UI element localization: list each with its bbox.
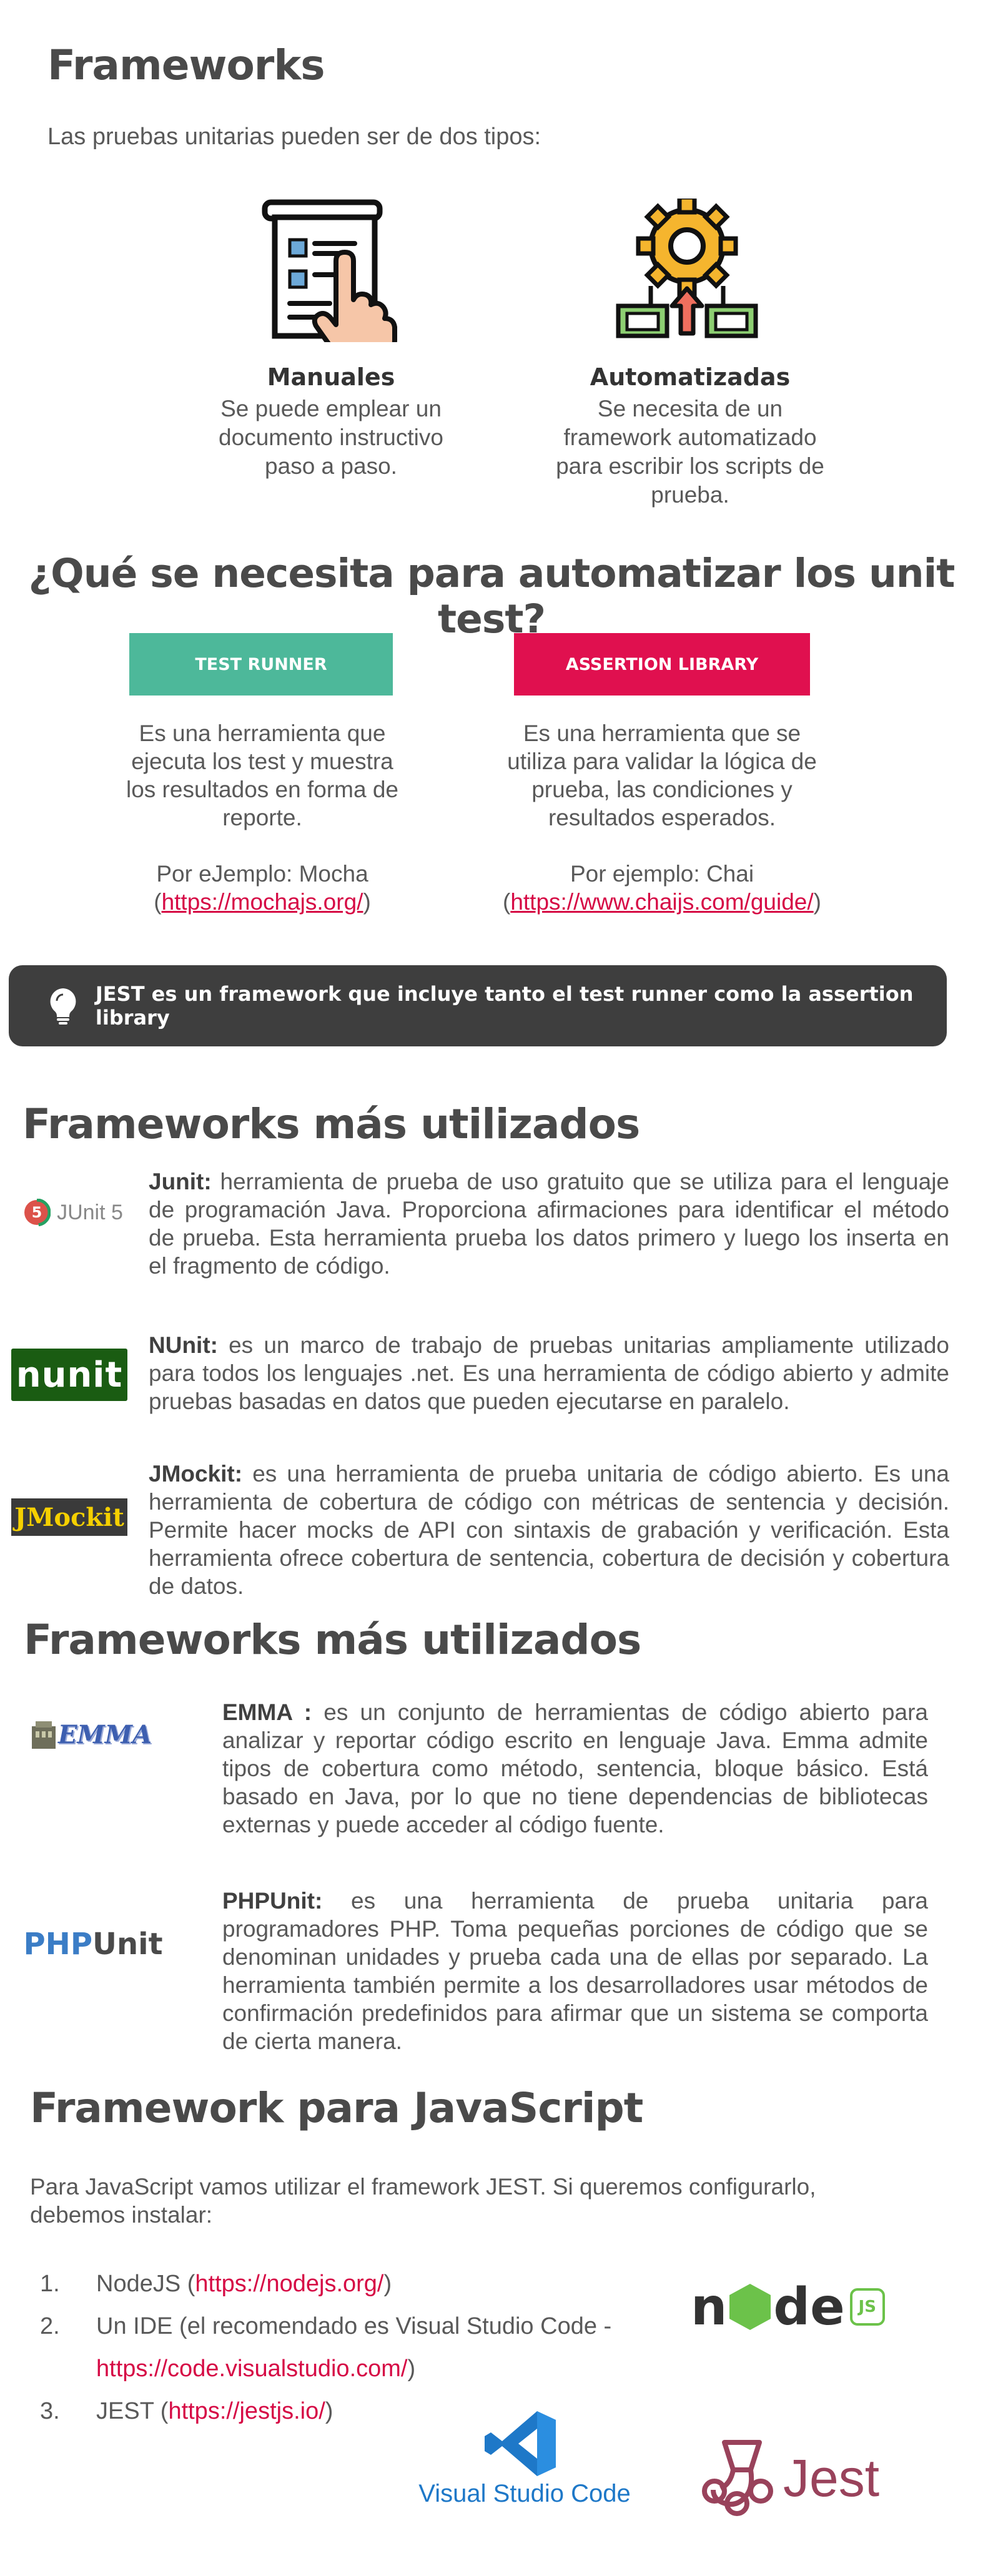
step-number: 1.: [40, 2271, 60, 2297]
jest-callout: JEST es un framework que incluye tanto e…: [9, 965, 947, 1046]
page-title: Frameworks: [47, 41, 325, 89]
node-js-badge: JS: [849, 2288, 885, 2326]
nodejs-link[interactable]: https://nodejs.org/: [195, 2271, 383, 2297]
assertion-example-open: (: [503, 889, 511, 915]
jest-text: Jest: [783, 2448, 880, 2507]
assertion-example-close: ): [813, 889, 821, 915]
chai-link[interactable]: https://www.chaijs.com/guide/: [510, 889, 813, 915]
frameworks-title-2: Frameworks más utilizados: [24, 1616, 641, 1664]
jmockit-description: JMockit: es una herramienta de prueba un…: [149, 1460, 949, 1600]
step-text: JEST (: [96, 2398, 169, 2424]
jest-link[interactable]: https://jestjs.io/: [168, 2398, 325, 2424]
install-steps-list: 1. NodeJS (https://nodejs.org/) 2. Un IDE …: [40, 2263, 664, 2432]
emma-description: EMMA : es un conjunto de herramientas de…: [222, 1698, 928, 1839]
jmockit-text: es una herramienta de prueba unitaria de…: [149, 1461, 949, 1599]
nunit-text: es un marco de trabajo de pruebas unitar…: [149, 1332, 949, 1414]
junit5-logo: 5 JUnit 5: [14, 1194, 132, 1231]
phpunit-name: PHPUnit:: [222, 1888, 323, 1914]
callout-text: JEST es un framework que incluye tanto e…: [95, 982, 914, 1030]
emma-building-icon: [31, 1721, 56, 1749]
step-close: ): [325, 2398, 333, 2424]
vscode-logo: Visual Studio Code: [406, 2410, 643, 2510]
auto-description: Se necesita de un framework automatizado…: [556, 396, 824, 508]
runner-example-link-line: (https://mochajs.org/): [125, 888, 400, 916]
nodejs-logo: n d e JS: [691, 2273, 928, 2341]
runner-example-close: ): [363, 889, 371, 915]
runner-description: Es una herramienta que ejecuta los test …: [126, 720, 398, 830]
assertion-example-link-line: (https://www.chaijs.com/guide/): [481, 888, 843, 916]
assertion-example: Por ejemplo: Chai: [570, 861, 754, 887]
nunit-logo: nunit: [11, 1349, 127, 1401]
automation-gear-icon: [613, 195, 761, 342]
mocha-link[interactable]: https://mochajs.org/: [162, 889, 363, 915]
emma-name: EMMA :: [222, 1699, 312, 1725]
frameworks-title-1: Frameworks más utilizados: [22, 1100, 640, 1148]
jmockit-name: JMockit:: [149, 1461, 243, 1487]
step-number: 2.: [40, 2313, 60, 2339]
emma-text: es un conjunto de herramientas de código…: [222, 1699, 928, 1837]
vscode-text: Visual Studio Code: [418, 2480, 631, 2507]
phpunit-logo-text-php: PHP: [23, 1927, 92, 1962]
javascript-title: Framework para JavaScript: [30, 2084, 643, 2132]
junit5-badge-icon: 5: [23, 1199, 51, 1226]
junit5-logo-text: JUnit 5: [57, 1200, 123, 1224]
emma-logo: EMMA: [26, 1716, 155, 1753]
node-letter: n: [691, 2277, 728, 2337]
manual-document-icon: [261, 199, 402, 363]
auto-title: Automatizadas: [590, 363, 791, 391]
emma-logo-text: EMMA: [57, 1719, 152, 1749]
jest-icon: [702, 2440, 773, 2516]
junit-text: herramienta de prueba de uso gratuito qu…: [149, 1169, 949, 1279]
vscode-link[interactable]: https://code.visualstudio.com/: [96, 2356, 407, 2382]
assertion-description: Es una herramienta que se utiliza para v…: [507, 720, 817, 830]
assertion-library-button[interactable]: ASSERTION LIBRARY: [514, 633, 810, 696]
step-text: NodeJS (: [96, 2271, 195, 2297]
install-step-2: 2. Un IDE (el recomendado es Visual Studi…: [40, 2305, 664, 2390]
javascript-intro: Para JavaScript vamos utilizar el framew…: [30, 2174, 816, 2228]
install-step-1: 1. NodeJS (https://nodejs.org/): [40, 2263, 664, 2305]
phpunit-logo: PHP Unit: [23, 1925, 162, 1963]
nunit-description: NUnit: es un marco de trabajo de pruebas…: [149, 1331, 949, 1415]
runner-example-open: (: [154, 889, 162, 915]
svg-text:5: 5: [32, 1204, 42, 1221]
nunit-logo-text: nunit: [16, 1354, 123, 1395]
phpunit-text: es una herramienta de prueba unitaria pa…: [222, 1888, 928, 2054]
phpunit-logo-text-unit: Unit: [92, 1927, 163, 1962]
step-number: 3.: [40, 2398, 60, 2424]
vscode-icon: [485, 2411, 556, 2476]
intro-text: Las pruebas unitarias pueden ser de dos …: [47, 124, 541, 150]
step-text: Un IDE (el recomendado es Visual Studio …: [96, 2313, 612, 2339]
manual-title: Manuales: [267, 363, 395, 391]
step-close: ): [407, 2356, 416, 2382]
node-letter: e: [810, 2277, 845, 2337]
runner-example: Por eJemplo: Mocha: [156, 861, 368, 887]
jmockit-logo-text: JMockit: [14, 1502, 124, 1532]
jest-logo: Jest: [697, 2437, 922, 2519]
manual-description: Se puede emplear un documento instructiv…: [219, 396, 443, 479]
junit-description: Junit: herramienta de prueba de uso grat…: [149, 1168, 949, 1280]
test-runner-button[interactable]: TEST RUNNER: [129, 633, 393, 696]
node-hexagon-icon: [729, 2284, 771, 2330]
node-letter: d: [773, 2277, 811, 2337]
jmockit-logo: JMockit: [11, 1498, 127, 1536]
nunit-name: NUnit:: [149, 1332, 218, 1358]
automation-title: ¿Qué se necesita para automatizar los un…: [28, 551, 956, 642]
phpunit-description: PHPUnit: es una herramienta de prueba un…: [222, 1887, 928, 2055]
junit-name: Junit:: [149, 1169, 212, 1194]
lightbulb-icon: [35, 987, 92, 1025]
step-close: ): [383, 2271, 392, 2297]
